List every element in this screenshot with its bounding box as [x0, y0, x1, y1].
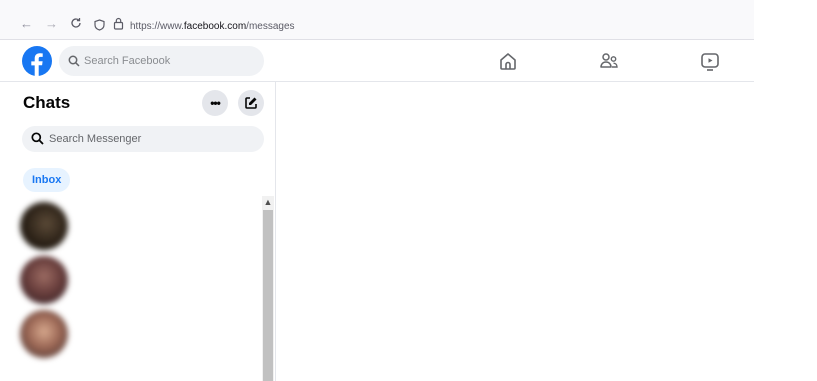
- inbox-filter-tab[interactable]: Inbox: [23, 168, 71, 192]
- shield-icon[interactable]: [94, 18, 105, 36]
- chat-list-scrollbar[interactable]: ▲: [262, 196, 274, 381]
- messenger-search-placeholder: Search Messenger: [49, 133, 142, 145]
- facebook-header: Search Facebook: [0, 41, 754, 82]
- chats-sidebar: Chats ••• Search Messenger Inbox ▲: [0, 82, 276, 381]
- url-path: /messages: [246, 21, 295, 32]
- reload-icon: [71, 18, 81, 28]
- search-icon: [31, 132, 44, 150]
- scroll-up-arrow-icon[interactable]: ▲: [262, 196, 274, 208]
- new-message-button[interactable]: [238, 90, 264, 116]
- friends-icon[interactable]: [598, 50, 620, 72]
- chat-options-button[interactable]: •••: [202, 90, 228, 116]
- forward-button[interactable]: →: [45, 17, 58, 30]
- back-button[interactable]: ←: [20, 17, 33, 30]
- facebook-logo-icon[interactable]: [22, 46, 52, 76]
- facebook-search-input[interactable]: Search Facebook: [59, 46, 264, 76]
- search-icon: [68, 54, 80, 72]
- address-bar[interactable]: https://www.facebook.com/messages: [130, 21, 295, 32]
- more-icon: •••: [210, 96, 221, 110]
- reload-button[interactable]: [70, 17, 82, 31]
- facebook-search-placeholder: Search Facebook: [84, 55, 171, 67]
- compose-icon: [245, 97, 257, 109]
- chats-title: Chats: [23, 93, 71, 112]
- chat-avatar[interactable]: [20, 310, 68, 358]
- url-prefix: https://www.: [130, 21, 184, 32]
- watch-icon[interactable]: [699, 50, 721, 72]
- home-icon[interactable]: [497, 50, 519, 72]
- url-domain: facebook.com: [183, 21, 247, 32]
- scrollbar-thumb[interactable]: [263, 210, 273, 381]
- chat-avatar[interactable]: [20, 256, 68, 304]
- lock-icon[interactable]: [113, 17, 124, 35]
- chat-avatar[interactable]: [20, 202, 68, 250]
- messenger-search-input[interactable]: Search Messenger: [22, 126, 264, 152]
- browser-toolbar: ← → https://www.facebook.com/messages: [0, 0, 754, 40]
